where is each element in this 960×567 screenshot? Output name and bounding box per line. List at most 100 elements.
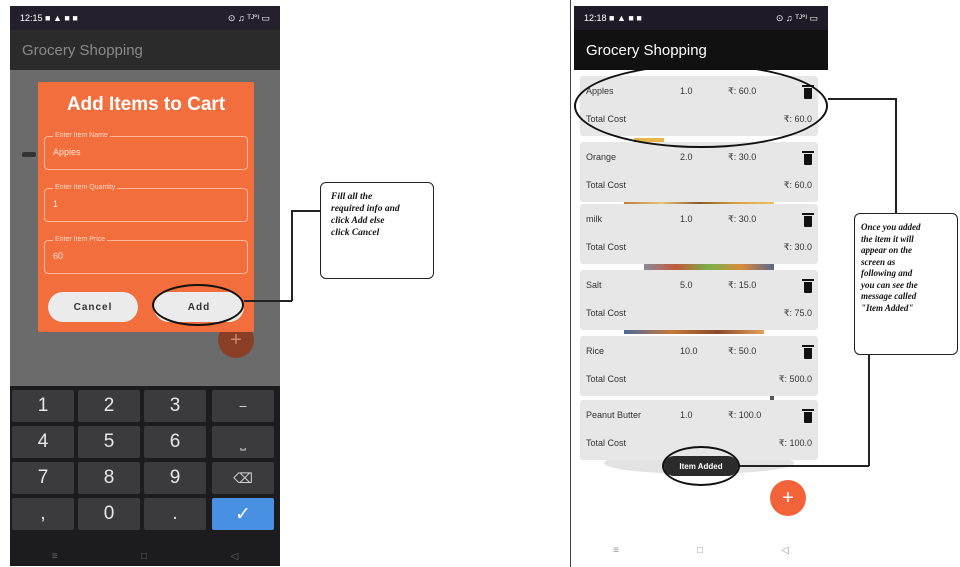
status-right-icons: ⊙ ♫ ᵀᴶ°ᴵ ▭ <box>775 12 818 23</box>
add-item-fab[interactable]: + <box>770 480 806 516</box>
item-name: Peanut Butter <box>586 410 642 420</box>
item-name: milk <box>586 214 602 224</box>
key-period[interactable]: . <box>144 498 206 530</box>
cart-item: Apples 1.0 ₹: 60.0 Total Cost ₹: 60.0 <box>580 76 818 136</box>
app-title: Grocery Shopping <box>22 41 143 59</box>
key-6[interactable]: 6 <box>144 426 206 458</box>
item-qty: 1.0 <box>680 410 693 420</box>
status-bar: 12:15 ■ ▲ ■ ■ ⊙ ♫ ᵀᴶ°ᴵ ▭ <box>10 6 280 30</box>
delete-icon[interactable] <box>802 279 814 293</box>
nav-bar: ≡ □ ◁ <box>574 540 828 560</box>
key-minus[interactable]: − <box>212 390 274 422</box>
instruction-callout-right: Once you added the item it will appear o… <box>854 213 958 355</box>
key-space[interactable]: ⎵ <box>212 426 274 458</box>
key-backspace[interactable]: ⌫ <box>212 462 274 494</box>
key-done[interactable]: ✓ <box>212 498 274 530</box>
right-phone-screen: 12:18 ■ ▲ ■ ■ ⊙ ♫ ᵀᴶ°ᴵ ▭ Grocery Shoppin… <box>574 6 828 566</box>
total-cost-value: ₹: 75.0 <box>783 308 812 318</box>
divider <box>570 0 571 567</box>
connector-line <box>868 354 870 466</box>
item-name-input[interactable] <box>53 147 233 157</box>
cart-item: Salt 5.0 ₹: 15.0 Total Cost ₹: 75.0 <box>580 270 818 330</box>
item-quantity-label: Enter Item Quantity <box>53 184 118 191</box>
nav-home-icon[interactable]: □ <box>697 545 703 556</box>
delete-icon[interactable] <box>802 213 814 227</box>
callout-line: following and <box>861 268 913 278</box>
connector-line <box>244 300 292 302</box>
cart-item: Peanut Butter 1.0 ₹: 100.0 Total Cost ₹:… <box>580 400 818 460</box>
dialog-title: Add Items to Cart <box>66 94 226 115</box>
callout-line: you can see the <box>861 279 918 290</box>
status-icons: ■ ▲ ■ ■ <box>609 13 642 23</box>
key-7[interactable]: 7 <box>12 462 74 494</box>
callout-line: the item it will <box>861 233 914 244</box>
nav-home-icon[interactable]: □ <box>141 551 147 562</box>
item-quantity-input[interactable] <box>53 199 233 209</box>
item-price: ₹: 50.0 <box>728 346 757 356</box>
item-price: ₹: 30.0 <box>728 214 757 224</box>
delete-icon[interactable] <box>802 151 814 165</box>
item-qty: 2.0 <box>680 152 693 162</box>
total-cost-label: Total Cost <box>586 180 627 190</box>
callout-line: click Cancel <box>331 228 380 238</box>
nav-menu-icon[interactable]: ≡ <box>52 551 58 562</box>
status-time: 12:18 <box>584 13 607 23</box>
cart-item: Rice 10.0 ₹: 50.0 Total Cost ₹: 500.0 <box>580 336 818 396</box>
key-3[interactable]: 3 <box>144 390 206 422</box>
key-4[interactable]: 4 <box>12 426 74 458</box>
total-cost-label: Total Cost <box>586 242 627 252</box>
cancel-button[interactable]: Cancel <box>48 292 138 322</box>
callout-line: click Add else <box>331 216 385 226</box>
delete-icon[interactable] <box>802 85 814 99</box>
item-name-label: Enter Item Name <box>53 132 110 139</box>
total-cost-value: ₹: 60.0 <box>783 180 812 190</box>
key-comma[interactable]: , <box>12 498 74 530</box>
total-cost-value: ₹: 500.0 <box>778 374 812 384</box>
key-8[interactable]: 8 <box>78 462 140 494</box>
nav-bar: ≡ □ ◁ <box>10 546 280 566</box>
connector-line <box>291 210 321 212</box>
nav-back-icon[interactable]: ◁ <box>781 545 789 556</box>
nav-back-icon[interactable]: ◁ <box>231 551 239 562</box>
connector-line <box>895 98 897 214</box>
item-qty: 1.0 <box>680 214 693 224</box>
callout-line: "Item Added" <box>861 302 914 313</box>
item-qty: 1.0 <box>680 86 693 96</box>
key-9[interactable]: 9 <box>144 462 206 494</box>
numeric-keyboard: 1 2 3 − 4 5 6 ⎵ 7 8 9 ⌫ , 0 . ✓ ≡ □ ◁ <box>10 386 280 566</box>
app-bar: Grocery Shopping <box>10 30 280 70</box>
callout-line: Fill all the <box>331 192 373 202</box>
cart-item: Orange 2.0 ₹: 30.0 Total Cost ₹: 60.0 <box>580 142 818 202</box>
delete-icon[interactable] <box>802 409 814 423</box>
item-name-field[interactable]: Enter Item Name <box>44 132 248 170</box>
item-price: ₹: 15.0 <box>728 280 757 290</box>
callout-line: required info and <box>331 204 400 214</box>
instruction-callout-left: Fill all the required info and click Add… <box>320 182 434 279</box>
item-price: ₹: 100.0 <box>728 410 762 420</box>
total-cost-label: Total Cost <box>586 114 627 124</box>
item-price: ₹: 30.0 <box>728 152 757 162</box>
item-quantity-field[interactable]: Enter Item Quantity <box>44 184 248 222</box>
status-time: 12:15 <box>20 13 43 23</box>
left-phone-screen: 12:15 ■ ▲ ■ ■ ⊙ ♫ ᵀᴶ°ᴵ ▭ Grocery Shoppin… <box>10 6 280 566</box>
item-price-label: Enter Item Price <box>53 236 108 243</box>
nav-menu-icon[interactable]: ≡ <box>613 545 619 556</box>
cart-item: milk 1.0 ₹: 30.0 Total Cost ₹: 30.0 <box>580 204 818 264</box>
status-bar: 12:18 ■ ▲ ■ ■ ⊙ ♫ ᵀᴶ°ᴵ ▭ <box>574 6 828 30</box>
total-cost-label: Total Cost <box>586 374 627 384</box>
key-5[interactable]: 5 <box>78 426 140 458</box>
total-cost-value: ₹: 30.0 <box>783 242 812 252</box>
add-button[interactable]: Add <box>154 292 244 322</box>
key-0[interactable]: 0 <box>78 498 140 530</box>
item-price-field[interactable]: Enter Item Price <box>44 236 248 274</box>
item-price-input[interactable] <box>53 251 233 261</box>
item-price: ₹: 60.0 <box>728 86 757 96</box>
total-cost-label: Total Cost <box>586 308 627 318</box>
key-2[interactable]: 2 <box>78 390 140 422</box>
callout-line: appear on the <box>861 245 913 255</box>
item-name: Rice <box>586 346 605 356</box>
add-items-dialog: Add Items to Cart Enter Item Name Enter … <box>38 82 254 332</box>
delete-icon[interactable] <box>802 345 814 359</box>
item-added-toast: Item Added <box>664 456 738 476</box>
key-1[interactable]: 1 <box>12 390 74 422</box>
